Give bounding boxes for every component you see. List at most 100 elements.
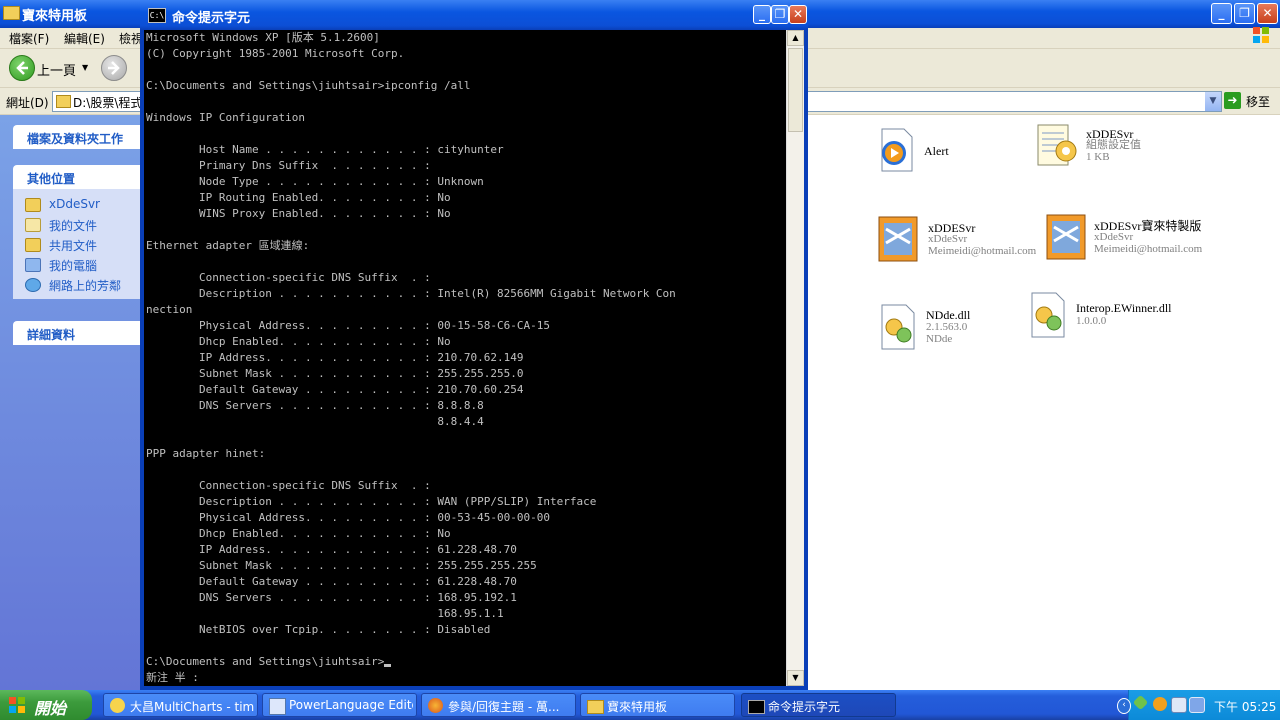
printer-icon[interactable] bbox=[1171, 697, 1187, 713]
minimize-button[interactable]: _ bbox=[1211, 3, 1232, 24]
console-line: IP Address. . . . . . . . . . . . : 61.2… bbox=[146, 543, 517, 556]
menu-file[interactable]: 檔案(F) bbox=[9, 30, 49, 47]
back-button[interactable] bbox=[9, 55, 35, 81]
file-item[interactable]: xDDESvr xDdeSvr Meimeidi@hotmail.com bbox=[876, 213, 1046, 265]
console-output[interactable]: Microsoft Windows XP [版本 5.1.2600] (C) Co… bbox=[144, 30, 786, 686]
task-label: 大昌MultiCharts - tim... bbox=[130, 700, 254, 714]
folder-icon bbox=[3, 6, 20, 20]
start-button[interactable]: 開始 bbox=[0, 690, 92, 720]
file-name: Interop.EWinner.dll bbox=[1076, 301, 1172, 315]
console-line: Host Name . . . . . . . . . . . . : city… bbox=[146, 143, 504, 156]
place-my-documents[interactable]: 我的文件 bbox=[25, 217, 143, 233]
folder-icon bbox=[25, 198, 41, 212]
file-item[interactable]: Alert bbox=[876, 127, 1016, 177]
file-description: xDdeSvr bbox=[1094, 231, 1134, 243]
forward-button[interactable] bbox=[101, 55, 127, 81]
task-label: 命令提示字元 bbox=[768, 700, 841, 714]
console-line: NetBIOS over Tcpip. . . . . . . . : Disa… bbox=[146, 623, 491, 636]
documents-icon bbox=[25, 218, 41, 232]
file-item[interactable]: xDDESvr寶來特製版 xDdeSvr Meimeidi@hotmail.co… bbox=[1044, 211, 1264, 263]
cmd-close-button[interactable]: ✕ bbox=[789, 5, 807, 24]
place-label: 共用文件 bbox=[49, 239, 98, 253]
tray-app-icon[interactable] bbox=[1153, 697, 1167, 711]
task-label: PowerLanguage Editor... bbox=[289, 698, 413, 712]
cmd-title-bar[interactable]: C:\ 命令提示字元 _ ❐ ✕ bbox=[140, 0, 808, 30]
console-line: IP Routing Enabled. . . . . . . . : No bbox=[146, 191, 451, 204]
console-line: Microsoft Windows XP [版本 5.1.2600] bbox=[146, 31, 380, 44]
place-label: 我的電腦 bbox=[49, 259, 98, 273]
network-icon bbox=[25, 278, 41, 292]
console-line: Subnet Mask . . . . . . . . . . . : 255.… bbox=[146, 559, 537, 572]
task-command-prompt[interactable]: 命令提示字元 bbox=[741, 693, 896, 717]
task-powerlanguage[interactable]: PowerLanguage Editor... bbox=[262, 693, 417, 717]
task-explorer[interactable]: 寶來特用板 bbox=[580, 693, 735, 717]
file-item[interactable]: xDDESvr 組態設定值 1 KB bbox=[1034, 119, 1194, 169]
go-button[interactable]: ➜ 移至 bbox=[1224, 92, 1280, 110]
console-icon bbox=[748, 700, 765, 714]
scroll-down-icon[interactable]: ▼ bbox=[787, 670, 804, 686]
place-network[interactable]: 網路上的芳鄰 bbox=[25, 277, 143, 293]
console-line: nection bbox=[146, 303, 193, 316]
maximize-button[interactable]: ❐ bbox=[1234, 3, 1255, 24]
file-company: Meimeidi@hotmail.com bbox=[1094, 243, 1203, 255]
file-folder-tasks-header[interactable]: 檔案及資料夾工作 bbox=[13, 125, 145, 149]
dll-icon bbox=[881, 304, 915, 350]
connection-icon[interactable] bbox=[1189, 697, 1205, 713]
console-line: DNS Servers . . . . . . . . . . . : 8.8.… bbox=[146, 399, 484, 412]
place-shared-documents[interactable]: 共用文件 bbox=[25, 237, 143, 253]
console-line: Ethernet adapter 區域連線: bbox=[146, 239, 310, 252]
scroll-up-icon[interactable]: ▲ bbox=[787, 30, 804, 46]
console-line: 新注 半 : bbox=[146, 671, 199, 684]
file-item[interactable]: NDde.dll 2.1.563.0 NDde bbox=[878, 303, 1038, 355]
place-xddesvr[interactable]: xDdeSvr bbox=[25, 197, 143, 213]
close-button[interactable]: ✕ bbox=[1257, 3, 1278, 24]
cmd-maximize-button[interactable]: ❐ bbox=[771, 5, 789, 24]
console-line: (C) Copyright 1985-2001 Microsoft Corp. bbox=[146, 47, 405, 60]
cmd-minimize-button[interactable]: _ bbox=[753, 5, 771, 24]
menu-edit[interactable]: 編輯(E) bbox=[64, 30, 105, 47]
folder-icon bbox=[587, 700, 604, 714]
tray-expand-icon[interactable]: ‹ bbox=[1117, 698, 1131, 714]
console-line: C:\Documents and Settings\jiuhtsair> bbox=[146, 654, 676, 670]
back-dropdown-icon[interactable]: ▼ bbox=[82, 63, 88, 72]
scroll-thumb[interactable] bbox=[788, 48, 803, 132]
task-multicharts[interactable]: 大昌MultiCharts - tim... bbox=[103, 693, 258, 717]
address-dropdown-icon[interactable]: ▼ bbox=[1205, 92, 1221, 111]
file-size: 1 KB bbox=[1086, 151, 1110, 163]
panel-header-label: 檔案及資料夾工作 bbox=[27, 132, 124, 146]
back-label[interactable]: 上一頁 bbox=[37, 60, 76, 79]
console-line: Primary Dns Suffix . . . . . . . : bbox=[146, 159, 438, 172]
firefox-icon bbox=[428, 698, 443, 713]
file-description: NDde bbox=[926, 333, 953, 345]
console-icon: C:\ bbox=[148, 8, 166, 23]
forward-arrow-icon bbox=[108, 61, 120, 75]
details-header[interactable]: 詳細資料 bbox=[13, 321, 145, 345]
file-item[interactable]: Interop.EWinner.dll 1.0.0.0 bbox=[1028, 291, 1228, 343]
clock[interactable]: 下午 05:25 bbox=[1214, 698, 1276, 715]
other-places-header[interactable]: 其他位置 bbox=[13, 165, 145, 189]
console-line: Connection-specific DNS Suffix . : bbox=[146, 479, 438, 492]
network-status-icon[interactable] bbox=[1132, 694, 1149, 711]
console-line: Dhcp Enabled. . . . . . . . . . . : No bbox=[146, 335, 451, 348]
file-list: Alert xDDESvr 組態設定值 1 KB xDDESvr xDdeSvr… bbox=[808, 115, 1280, 690]
console-line: Physical Address. . . . . . . . . : 00-5… bbox=[146, 511, 550, 524]
console-line: Windows IP Configuration bbox=[146, 111, 305, 124]
console-scrollbar[interactable]: ▲ ▼ bbox=[786, 30, 804, 686]
console-line: Default Gateway . . . . . . . . . : 210.… bbox=[146, 383, 524, 396]
place-label: 網路上的芳鄰 bbox=[49, 279, 122, 293]
taskbar: 開始 大昌MultiCharts - tim... PowerLanguage … bbox=[0, 690, 1280, 720]
console-line: WINS Proxy Enabled. . . . . . . . : No bbox=[146, 207, 451, 220]
go-label: 移至 bbox=[1246, 95, 1271, 109]
console-line: Node Type . . . . . . . . . . . . : Unkn… bbox=[146, 175, 484, 188]
task-firefox[interactable]: 參與/回復主題 - 萬... bbox=[421, 693, 576, 717]
console-line: IP Address. . . . . . . . . . . . : 210.… bbox=[146, 351, 524, 364]
console-line: DNS Servers . . . . . . . . . . . : 168.… bbox=[146, 591, 517, 604]
place-my-computer[interactable]: 我的電腦 bbox=[25, 257, 143, 273]
task-label: 參與/回復主題 - 萬... bbox=[448, 700, 560, 714]
